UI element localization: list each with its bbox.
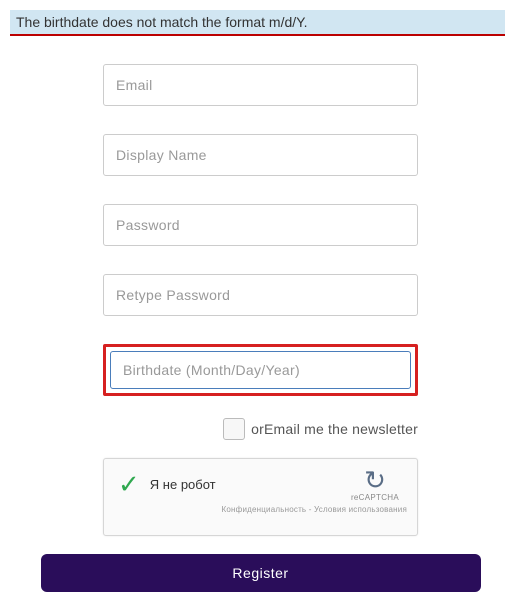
newsletter-checkbox[interactable] [223,418,245,440]
error-banner: The birthdate does not match the format … [10,10,505,36]
recaptcha-brand: reCAPTCHA [345,493,405,502]
recaptcha-widget[interactable]: ✓ Я не робот ↻ reCAPTCHA Конфиденциально… [103,458,418,536]
email-field[interactable] [103,64,418,106]
recaptcha-icon: ↻ [345,467,405,493]
newsletter-prefix: or [251,421,264,437]
recaptcha-logo: ↻ reCAPTCHA [345,467,405,502]
recaptcha-status: Я не робот [150,477,216,492]
error-message: The birthdate does not match the format … [16,14,308,30]
register-form: orEmail me the newsletter ✓ Я не робот ↻… [103,64,418,536]
display-name-field[interactable] [103,134,418,176]
checkmark-icon: ✓ [118,471,140,497]
newsletter-label: Email me the newsletter [264,421,418,437]
register-button[interactable]: Register [41,554,481,592]
recaptcha-footer: Конфиденциальность - Условия использован… [118,505,407,514]
retype-password-field[interactable] [103,274,418,316]
birthdate-field[interactable] [110,351,411,389]
birthdate-highlight [103,344,418,396]
newsletter-row: orEmail me the newsletter [103,418,418,440]
password-field[interactable] [103,204,418,246]
